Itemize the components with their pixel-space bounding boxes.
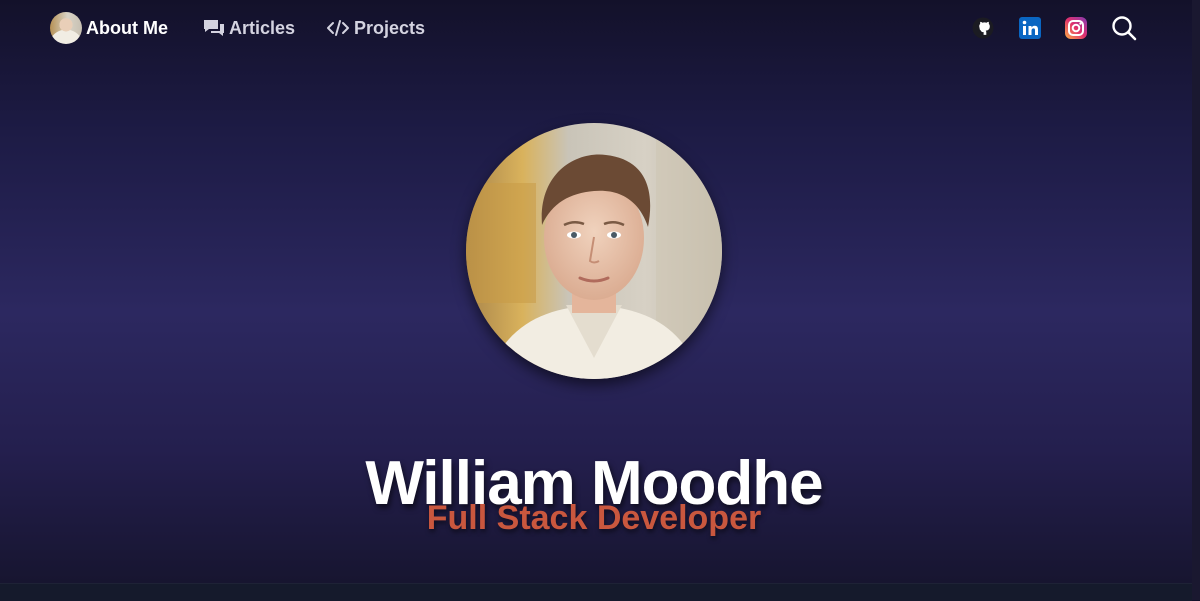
profile-photo	[466, 123, 722, 379]
avatar	[50, 12, 82, 44]
nav-about-label: About Me	[86, 17, 168, 38]
code-icon	[326, 19, 350, 37]
nav-projects-label: Projects	[354, 17, 426, 38]
nav-articles[interactable]: Articles	[203, 11, 295, 45]
chat-bubbles-icon	[203, 19, 225, 37]
search-icon[interactable]	[1110, 14, 1138, 42]
scrollbar-track[interactable]	[1192, 0, 1200, 600]
hero-role: Full Stack Developer	[426, 499, 762, 538]
instagram-icon[interactable]	[1062, 14, 1090, 42]
nav-about-me[interactable]: About Me	[50, 11, 168, 45]
top-navigation: About Me Articles Projects	[0, 0, 1200, 56]
section-divider	[0, 583, 1192, 601]
nav-articles-label: Articles	[229, 17, 296, 38]
nav-projects[interactable]: Projects	[326, 11, 425, 45]
github-icon[interactable]	[969, 14, 997, 42]
linkedin-icon[interactable]	[1016, 14, 1044, 42]
